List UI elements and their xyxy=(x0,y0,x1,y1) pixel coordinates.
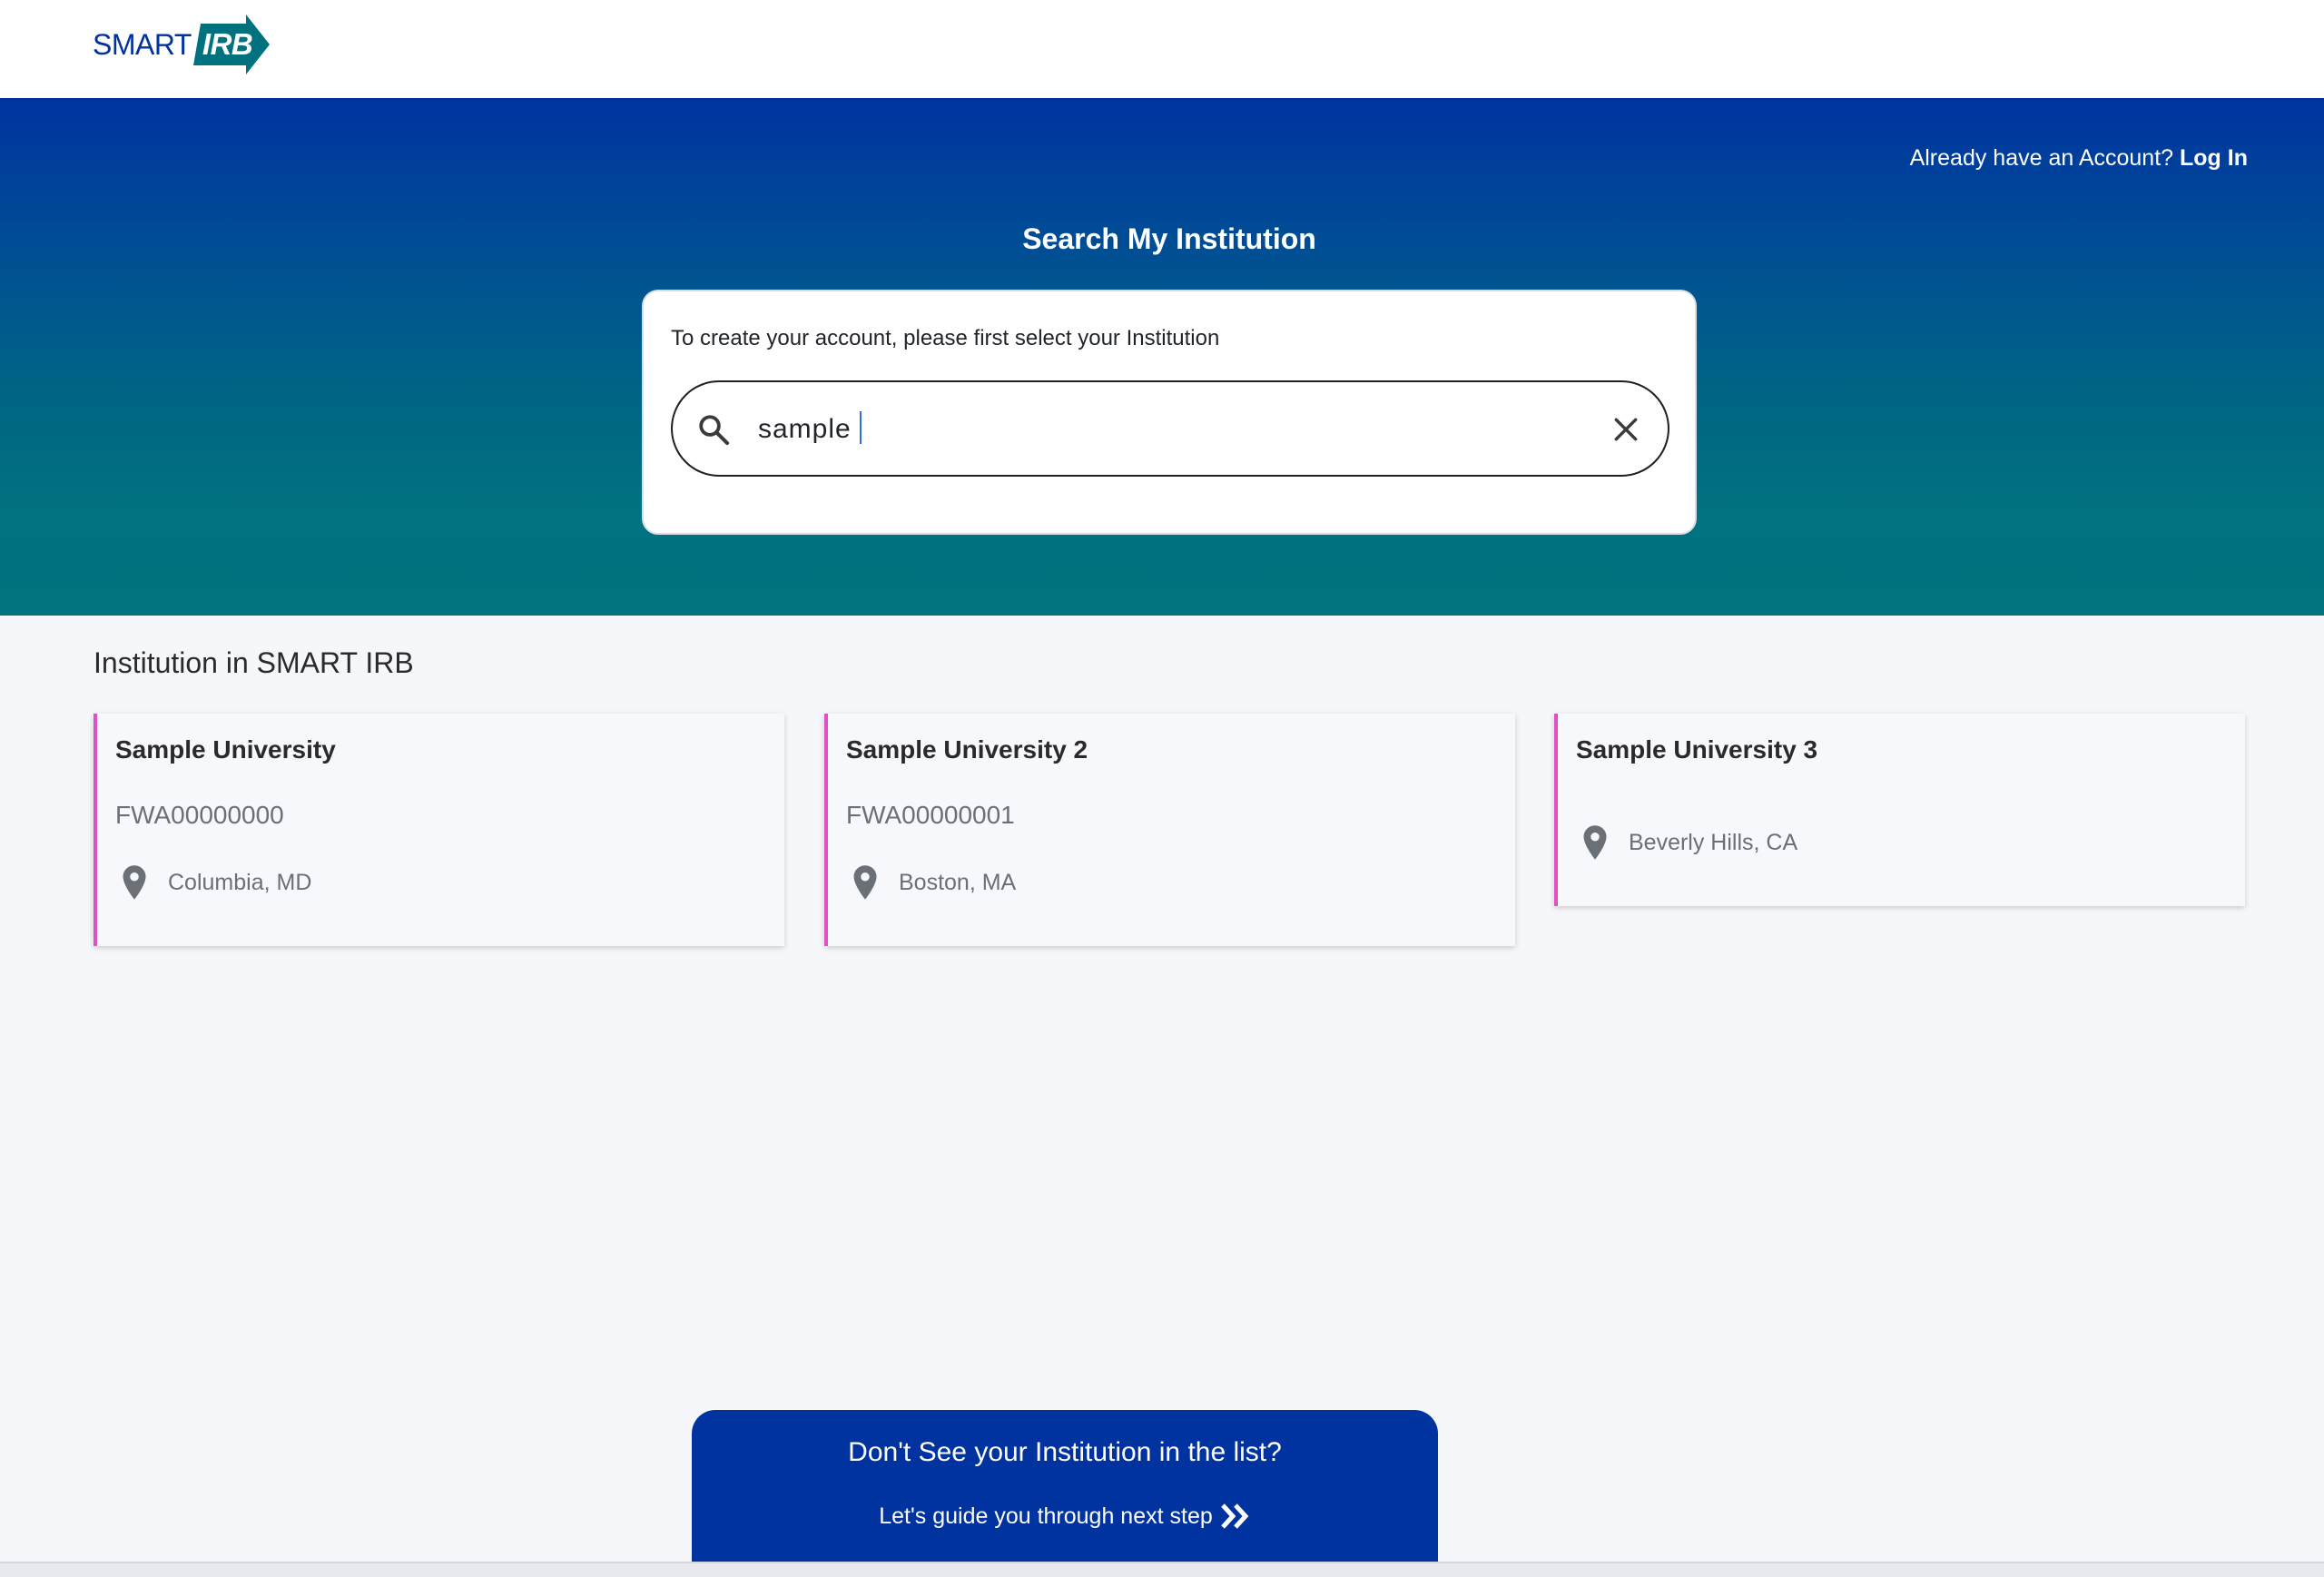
location-text: Boston, MA xyxy=(899,869,1017,895)
login-link[interactable]: Log In xyxy=(2180,145,2248,171)
double-chevron-right-icon xyxy=(1220,1503,1249,1529)
institution-fwa: FWA00000001 xyxy=(846,801,1015,829)
institution-card[interactable]: Sample University 3 Beverly Hills, CA xyxy=(1554,714,2245,906)
institution-location: Columbia, MD xyxy=(115,864,311,901)
page-title: Search My Institution xyxy=(1022,222,1316,255)
close-icon[interactable] xyxy=(1611,415,1640,444)
cta-next-step-link[interactable]: Let's guide you through next step xyxy=(692,1503,1438,1530)
not-listed-cta[interactable]: Don't See your Institution in the list? … xyxy=(692,1410,1438,1577)
logo-arrow-icon: IRB xyxy=(192,15,270,74)
results-heading: Institution in SMART IRB xyxy=(94,646,414,679)
institution-location: Beverly Hills, CA xyxy=(1576,824,1797,861)
institution-card[interactable]: Sample University 2 FWA00000001 Boston, … xyxy=(824,714,1515,946)
smart-irb-logo[interactable]: SMART IRB xyxy=(93,13,270,76)
map-pin-icon xyxy=(1583,825,1607,860)
search-field[interactable] xyxy=(671,380,1669,477)
logo-smart-text: SMART xyxy=(93,27,192,61)
text-caret xyxy=(860,411,862,444)
hero-banner: Already have an Account? Log In Search M… xyxy=(0,98,2324,616)
bottom-edge xyxy=(0,1562,2324,1577)
login-prompt-text: Already have an Account? xyxy=(1909,145,2174,171)
search-hint: To create your account, please first sel… xyxy=(671,326,1220,350)
map-pin-icon xyxy=(123,865,146,900)
top-header: SMART IRB xyxy=(0,0,2324,98)
institution-name: Sample University 3 xyxy=(1576,735,1818,764)
login-prompt: Already have an Account? Log In xyxy=(1910,145,2248,172)
institution-card[interactable]: Sample University FWA00000000 Columbia, … xyxy=(94,714,784,946)
location-text: Columbia, MD xyxy=(168,869,312,895)
map-pin-icon xyxy=(853,865,877,900)
search-input[interactable] xyxy=(758,404,1575,455)
location-text: Beverly Hills, CA xyxy=(1629,829,1798,855)
institution-name: Sample University xyxy=(115,735,336,764)
search-card: To create your account, please first sel… xyxy=(642,290,1697,535)
institution-name: Sample University 2 xyxy=(846,735,1088,764)
cta-subtitle: Let's guide you through next step xyxy=(879,1503,1213,1529)
search-icon xyxy=(699,415,730,446)
cta-title: Don't See your Institution in the list? xyxy=(848,1437,1282,1467)
logo-irb-text: IRB xyxy=(202,27,253,61)
institution-fwa: FWA00000000 xyxy=(115,801,284,829)
institution-location: Boston, MA xyxy=(846,864,1016,901)
